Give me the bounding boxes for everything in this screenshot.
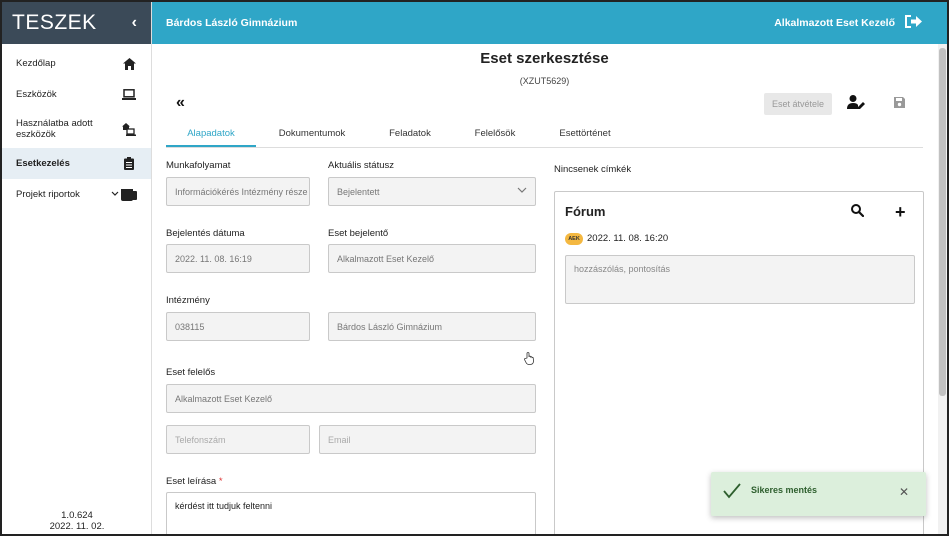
collapse-sidebar-button[interactable]: ‹ [132, 14, 137, 32]
sidebar-item-home[interactable]: Kezdőlap [2, 48, 151, 79]
clipboard-icon [121, 156, 137, 172]
assign-user-icon[interactable] [847, 95, 865, 112]
owner-label: Eset felelős [166, 367, 216, 378]
institution-name-field: Bárdos László Gimnázium [328, 312, 536, 341]
app-logo: TESZEK [12, 11, 97, 34]
hand-cursor-icon [524, 352, 534, 368]
sidebar: TESZEK ‹ Kezdőlap Eszközök Használatba a… [2, 2, 152, 534]
report-date-label: Bejelentés dátuma [166, 228, 245, 239]
success-toast: Sikeres mentés ✕ [711, 472, 926, 516]
page-title: Eset szerkesztése [480, 50, 609, 67]
reporter-label: Eset bejelentő [328, 228, 389, 239]
status-value: Bejelentett [337, 186, 380, 197]
institution-label: Intézmény [166, 295, 210, 306]
tab-documents[interactable]: Dokumentumok [264, 124, 360, 147]
sidebar-item-label: Eszközök [16, 89, 57, 100]
workflow-field: Információkérés Intézmény része [166, 177, 310, 206]
owner-field: Alkalmazott Eset Kezelő [166, 384, 536, 413]
report-icon [111, 187, 137, 203]
tab-tasks[interactable]: Feladatok [372, 124, 448, 147]
user-name: Alkalmazott Eset Kezelő [774, 17, 895, 29]
description-textarea[interactable]: kérdést itt tudjuk feltenni [166, 492, 536, 534]
forum-entry-date: 2022. 11. 08. 16:20 [587, 233, 669, 244]
tab-bar: Alapadatok Dokumentumok Feladatok Felelő… [166, 124, 923, 148]
search-icon[interactable] [851, 204, 865, 220]
app-window: TESZEK ‹ Kezdőlap Eszközök Használatba a… [0, 0, 949, 536]
sidebar-item-label: Projekt riportok [16, 189, 80, 200]
top-bar: Bárdos László Gimnázium Alkalmazott Eset… [152, 2, 947, 44]
add-comment-button[interactable]: + [895, 202, 906, 223]
sidebar-item-label: Kezdőlap [16, 58, 56, 69]
report-date-field: 2022. 11. 08. 16:19 [166, 244, 310, 273]
required-mark: * [218, 476, 223, 487]
user-menu[interactable]: Alkalmazott Eset Kezelő [774, 14, 923, 32]
toast-message: Sikeres mentés [751, 485, 818, 495]
email-field[interactable]: Email [319, 425, 536, 454]
status-select[interactable]: Bejelentett [328, 177, 536, 206]
logout-icon[interactable] [905, 14, 923, 32]
institution-code-field: 038115 [166, 312, 310, 341]
sidebar-item-assigned-devices[interactable]: Használatba adott eszközök [2, 110, 151, 148]
status-label: Aktuális státusz [328, 160, 394, 171]
close-icon[interactable]: ✕ [899, 485, 909, 499]
version-info: 1.0.624 2022. 11. 02. [2, 510, 152, 532]
scrollbar[interactable] [938, 44, 947, 534]
tab-basic-data[interactable]: Alapadatok [166, 124, 256, 147]
version-date: 2022. 11. 02. [49, 521, 105, 532]
logo-bar: TESZEK ‹ [2, 2, 151, 44]
home-icon [121, 56, 137, 72]
comment-input[interactable]: hozzászólás, pontosítás [565, 255, 915, 304]
tab-case-history[interactable]: Esettörténet [540, 124, 630, 147]
user-badge: AEK [565, 233, 583, 245]
organization-name: Bárdos László Gimnázium [166, 17, 298, 29]
tab-owners[interactable]: Felelősök [460, 124, 530, 147]
device-share-icon [121, 121, 137, 137]
workflow-label: Munkafolyamat [166, 160, 231, 171]
sidebar-item-project-reports[interactable]: Projekt riportok [2, 179, 151, 210]
check-icon [723, 483, 741, 502]
sidebar-item-label: Esetkezelés [16, 158, 70, 169]
phone-field[interactable]: Telefonszám [166, 425, 310, 454]
back-button[interactable]: « [176, 94, 185, 112]
save-icon[interactable] [894, 97, 905, 111]
reporter-field: Alkalmazott Eset Kezelő [328, 244, 536, 273]
laptop-icon [121, 87, 137, 103]
version-number: 1.0.624 [61, 510, 93, 521]
description-label-text: Eset leírása [166, 476, 217, 487]
take-case-button[interactable]: Eset átvétele [764, 93, 832, 115]
main-content: Eset szerkesztése (XZUT5629) « Eset átvé… [152, 44, 937, 534]
sidebar-item-devices[interactable]: Eszközök [2, 79, 151, 110]
chevron-down-icon [517, 186, 527, 196]
sidebar-item-label: Használatba adott eszközök [16, 118, 93, 140]
description-label: Eset leírása * [166, 476, 223, 487]
forum-title: Fórum [565, 204, 606, 219]
no-tags-text: Nincsenek címkék [554, 164, 632, 175]
sidebar-item-case-management[interactable]: Esetkezelés [2, 148, 151, 179]
case-id: (XZUT5629) [519, 76, 570, 86]
scroll-thumb[interactable] [939, 48, 946, 396]
